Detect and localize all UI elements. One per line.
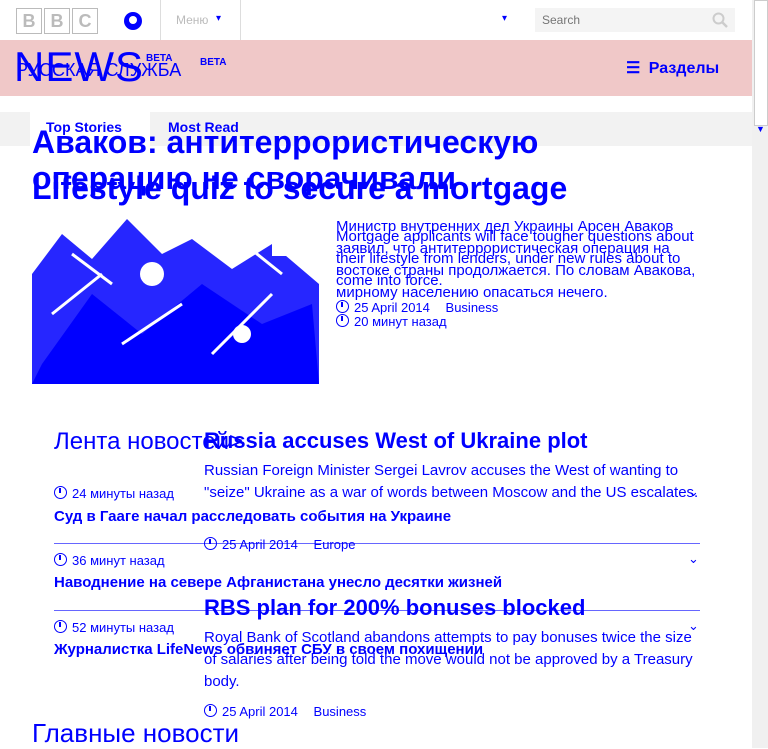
divider bbox=[240, 0, 241, 40]
clock-icon bbox=[54, 553, 67, 566]
lead-story-image[interactable] bbox=[32, 214, 319, 384]
scrollbar-thumb[interactable] bbox=[754, 0, 768, 126]
story-meta: 25 April 2014 Europe bbox=[204, 537, 355, 552]
story-meta: 25 April 2014 Business bbox=[204, 704, 366, 719]
main-news-title[interactable]: Главные новости bbox=[32, 718, 239, 749]
beta-badge: BETA bbox=[146, 53, 173, 64]
sections-button[interactable]: ☰ Разделы bbox=[626, 58, 719, 78]
lead-meta-ru: 20 минут назад bbox=[336, 314, 447, 329]
story-section-link[interactable]: Business bbox=[446, 300, 499, 315]
story-summary: Royal Bank of Scotland abandons attempts… bbox=[204, 629, 693, 690]
story-time: 20 минут назад bbox=[354, 314, 447, 329]
search-icon[interactable] bbox=[712, 12, 728, 28]
clock-icon bbox=[54, 486, 67, 499]
clock-icon bbox=[204, 537, 217, 550]
scroll-down-icon[interactable]: ▼ bbox=[756, 124, 765, 134]
story-section-link[interactable]: Europe bbox=[314, 537, 356, 552]
lead-summary-en: Mortgage applicants will face tougher qu… bbox=[336, 228, 694, 289]
lead-meta-en: 25 April 2014 Business bbox=[336, 300, 498, 315]
story-headline[interactable]: RBS plan for 200% bonuses blocked bbox=[204, 595, 585, 621]
bbc-logo-b2[interactable]: B bbox=[44, 8, 70, 34]
search-input[interactable] bbox=[542, 11, 702, 29]
account-icon[interactable] bbox=[124, 12, 142, 30]
chevron-down-icon[interactable]: ⌄ bbox=[688, 551, 699, 567]
sections-label: Разделы bbox=[648, 60, 720, 77]
feed-title-label: Лента новостей bbox=[54, 428, 229, 455]
lead-headline-en[interactable]: Lifestyle quiz to secure a mortgage bbox=[32, 170, 632, 206]
bbc-logo-c[interactable]: C bbox=[72, 8, 98, 34]
feed-item-headline[interactable]: Суд в Гааге начал расследовать события н… bbox=[54, 508, 451, 525]
feed-item-headline[interactable]: Наводнение на севере Афганистана унесло … bbox=[54, 574, 502, 591]
clock-icon bbox=[336, 300, 349, 313]
feed-item-time: 52 минуты назад bbox=[54, 620, 174, 635]
story-headline[interactable]: Russia accuses West of Ukraine plot bbox=[204, 428, 588, 454]
clock-icon bbox=[336, 314, 349, 327]
story-date: 25 April 2014 bbox=[354, 300, 430, 315]
clock-icon bbox=[204, 704, 217, 717]
bbc-logo-b1[interactable]: B bbox=[16, 8, 42, 34]
chevron-down-icon[interactable]: ▾ bbox=[216, 13, 221, 24]
beta-badge: BETA bbox=[200, 57, 227, 68]
menu-button[interactable]: Меню bbox=[176, 13, 208, 27]
divider bbox=[160, 0, 161, 40]
story-section-link[interactable]: Business bbox=[314, 704, 367, 719]
story-summary: Russian Foreign Minister Sergei Lavrov a… bbox=[204, 462, 699, 501]
hamburger-icon: ☰ bbox=[626, 60, 641, 77]
chevron-down-icon[interactable]: ▾ bbox=[502, 13, 507, 24]
feed-item-time: 36 минут назад bbox=[54, 553, 165, 568]
clock-icon bbox=[54, 620, 67, 633]
divider bbox=[54, 543, 700, 544]
feed-item-time: 24 минуты назад bbox=[54, 486, 174, 501]
